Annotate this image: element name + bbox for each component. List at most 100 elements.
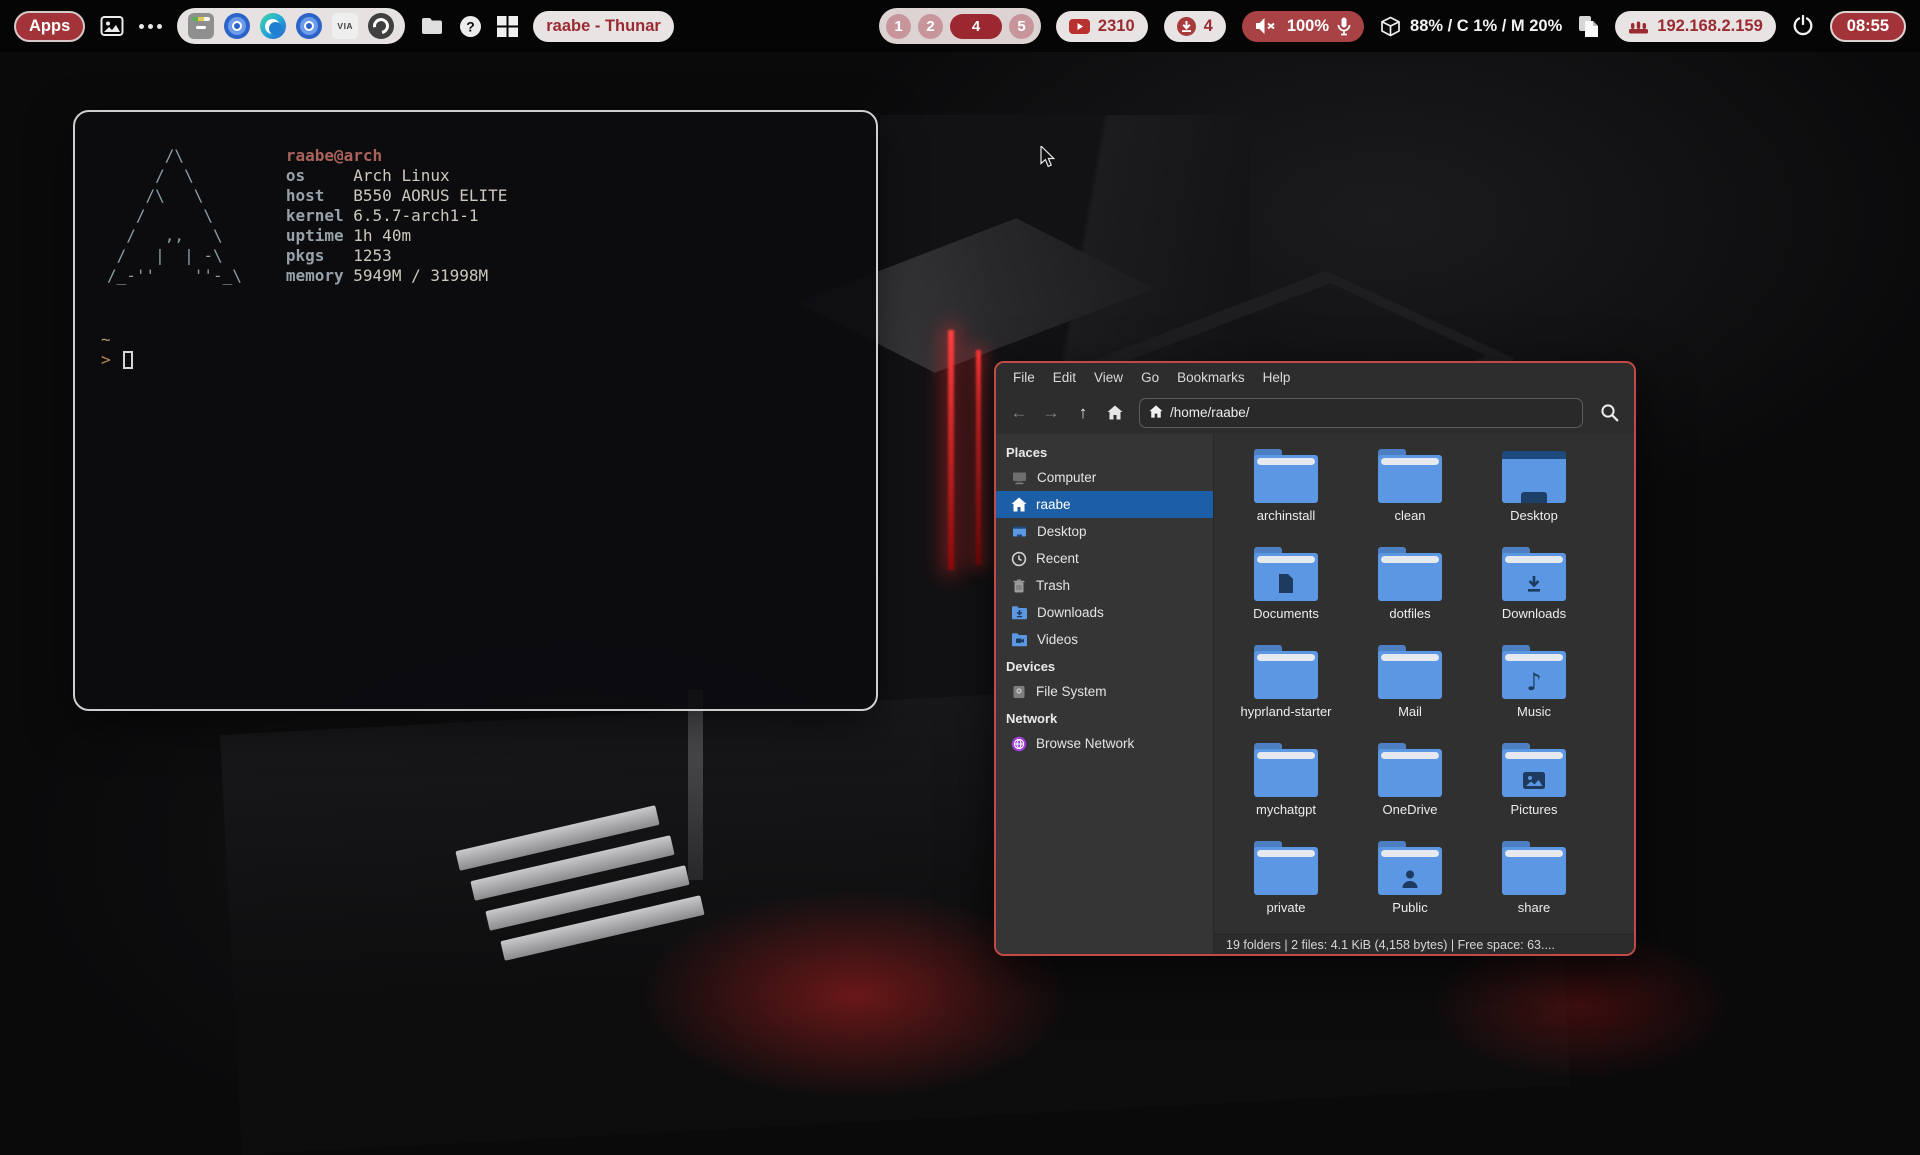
menu-bookmarks[interactable]: Bookmarks — [1168, 366, 1254, 389]
sidebar-item-file-system[interactable]: File System — [996, 678, 1213, 705]
path-bar[interactable]: /home/raabe/ — [1139, 398, 1583, 428]
terminal-window[interactable]: /\ / \ /\ \ / \ / ,, \ / | | -\ /_-'' ''… — [73, 110, 878, 711]
sidebar-item-videos[interactable]: Videos — [996, 626, 1213, 653]
menu-file[interactable]: File — [1004, 366, 1044, 389]
sidebar-item-desktop[interactable]: Desktop — [996, 518, 1213, 545]
sidebar-item-trash[interactable]: Trash — [996, 572, 1213, 599]
app-icon-obs[interactable] — [368, 13, 394, 39]
updates-widget[interactable]: 4 — [1164, 11, 1226, 42]
app-icon-blue-browser-2[interactable] — [296, 13, 322, 39]
sidebar-item-raabe[interactable]: raabe — [996, 491, 1213, 518]
folder-icon — [1254, 841, 1318, 895]
file-item-private[interactable]: private — [1224, 836, 1348, 934]
folder-icon — [1254, 645, 1318, 699]
file-item-clean[interactable]: clean — [1348, 444, 1472, 542]
arch-ascii-logo: /\ / \ /\ \ / \ / ,, \ / | | -\ /_-'' ''… — [107, 146, 242, 286]
fastfetch-output: /\ / \ /\ \ / \ / ,, \ / | | -\ /_-'' ''… — [101, 146, 850, 286]
volume-widget[interactable]: 100% — [1242, 11, 1364, 42]
back-button[interactable]: ← — [1004, 398, 1034, 428]
app-icon-edge[interactable] — [260, 13, 286, 39]
sidebar-item-computer[interactable]: Computer — [996, 464, 1213, 491]
sidebar-item-recent[interactable]: Recent — [996, 545, 1213, 572]
forward-button[interactable]: → — [1036, 398, 1066, 428]
home-button[interactable] — [1100, 398, 1130, 428]
screenshot-icon[interactable] — [100, 15, 124, 37]
window-title[interactable]: raabe - Thunar — [533, 11, 674, 42]
more-icon[interactable] — [139, 24, 162, 29]
app-icon-file-cabinet[interactable] — [188, 13, 214, 39]
download-circle-icon — [1177, 17, 1196, 36]
workspace-5[interactable]: 5 — [1009, 14, 1034, 39]
file-item-share[interactable]: share — [1472, 836, 1596, 934]
apps-button[interactable]: Apps — [14, 11, 85, 42]
folder-download-icon — [1011, 605, 1028, 620]
sidebar-item-downloads[interactable]: Downloads — [996, 599, 1213, 626]
sidebar-section-places: Places — [996, 439, 1213, 464]
updates-count: 4 — [1204, 17, 1213, 36]
workspaces: 1 2 4 5 — [879, 8, 1041, 44]
clock[interactable]: 08:55 — [1830, 11, 1906, 42]
menu-view[interactable]: View — [1085, 366, 1132, 389]
speaker-muted-icon — [1255, 17, 1279, 35]
wallpaper-red-light — [976, 350, 981, 565]
search-button[interactable] — [1592, 398, 1626, 428]
menu-help[interactable]: Help — [1254, 366, 1300, 389]
file-grid: archinstall clean Desktop Documents — [1214, 434, 1634, 934]
apps-label: Apps — [29, 17, 70, 36]
folder-icon[interactable] — [420, 16, 444, 36]
taskbar-apps — [177, 8, 405, 44]
router-icon — [1628, 19, 1649, 34]
power-icon[interactable] — [1792, 15, 1814, 37]
file-item-dotfiles[interactable]: dotfiles — [1348, 542, 1472, 640]
toolbar: ← → ↑ /home/raabe/ — [996, 391, 1634, 434]
file-item-pictures[interactable]: Pictures — [1472, 738, 1596, 836]
youtube-icon — [1069, 19, 1090, 34]
windows-icon[interactable] — [497, 16, 518, 37]
volume-level: 100% — [1287, 17, 1329, 36]
folder-videos-icon — [1011, 632, 1028, 647]
system-stats: 88% / C 1% / M 20% — [1410, 17, 1562, 36]
fetch-row-uptime: uptime1h 40m — [286, 226, 508, 246]
clipboard-icon[interactable] — [1578, 15, 1599, 38]
app-icon-via[interactable] — [332, 13, 358, 39]
fetch-row-os: osArch Linux — [286, 166, 508, 186]
top-bar: Apps ? raabe - Thunar 1 2 — [0, 0, 1920, 52]
file-item-documents[interactable]: Documents — [1224, 542, 1348, 640]
computer-icon — [1011, 470, 1028, 486]
folder-pictures-icon — [1502, 743, 1566, 797]
package-icon — [1380, 16, 1401, 37]
app-icon-blue-browser[interactable] — [224, 13, 250, 39]
menu-go[interactable]: Go — [1132, 366, 1168, 389]
workspace-4-active[interactable]: 4 — [950, 14, 1002, 39]
file-item-mail[interactable]: Mail — [1348, 640, 1472, 738]
fetch-row-memory: memory5949M / 31998M — [286, 266, 508, 286]
ip-address: 192.168.2.159 — [1657, 17, 1763, 36]
sidebar-item-browse-network[interactable]: Browse Network — [996, 730, 1213, 757]
help-icon[interactable]: ? — [459, 15, 482, 38]
folder-icon — [1254, 743, 1318, 797]
wallpaper-pillar — [688, 690, 703, 880]
up-button[interactable]: ↑ — [1068, 398, 1098, 428]
terminal-cursor[interactable] — [123, 351, 133, 369]
youtube-count: 2310 — [1098, 17, 1135, 36]
file-item-hyprland-starter[interactable]: hyprland-starter — [1224, 640, 1348, 738]
system-stats-widget[interactable]: 88% / C 1% / M 20% — [1380, 16, 1562, 37]
file-item-downloads[interactable]: Downloads — [1472, 542, 1596, 640]
network-widget[interactable]: 192.168.2.159 — [1615, 11, 1776, 42]
file-item-desktop[interactable]: Desktop — [1472, 444, 1596, 542]
file-item-archinstall[interactable]: archinstall — [1224, 444, 1348, 542]
youtube-widget[interactable]: 2310 — [1056, 11, 1148, 42]
menu-edit[interactable]: Edit — [1044, 366, 1085, 389]
workspace-2[interactable]: 2 — [918, 14, 943, 39]
microphone-icon — [1337, 17, 1351, 36]
fetch-row-host: hostB550 AORUS ELITE — [286, 186, 508, 206]
fetch-row-kernel: kernel6.5.7-arch1-1 — [286, 206, 508, 226]
file-item-public[interactable]: Public — [1348, 836, 1472, 934]
folder-icon — [1378, 449, 1442, 503]
workspace-1[interactable]: 1 — [886, 14, 911, 39]
file-item-music[interactable]: Music — [1472, 640, 1596, 738]
path-text: /home/raabe/ — [1170, 405, 1250, 420]
folder-download-icon — [1502, 547, 1566, 601]
file-item-onedrive[interactable]: OneDrive — [1348, 738, 1472, 836]
file-item-mychatgpt[interactable]: mychatgpt — [1224, 738, 1348, 836]
